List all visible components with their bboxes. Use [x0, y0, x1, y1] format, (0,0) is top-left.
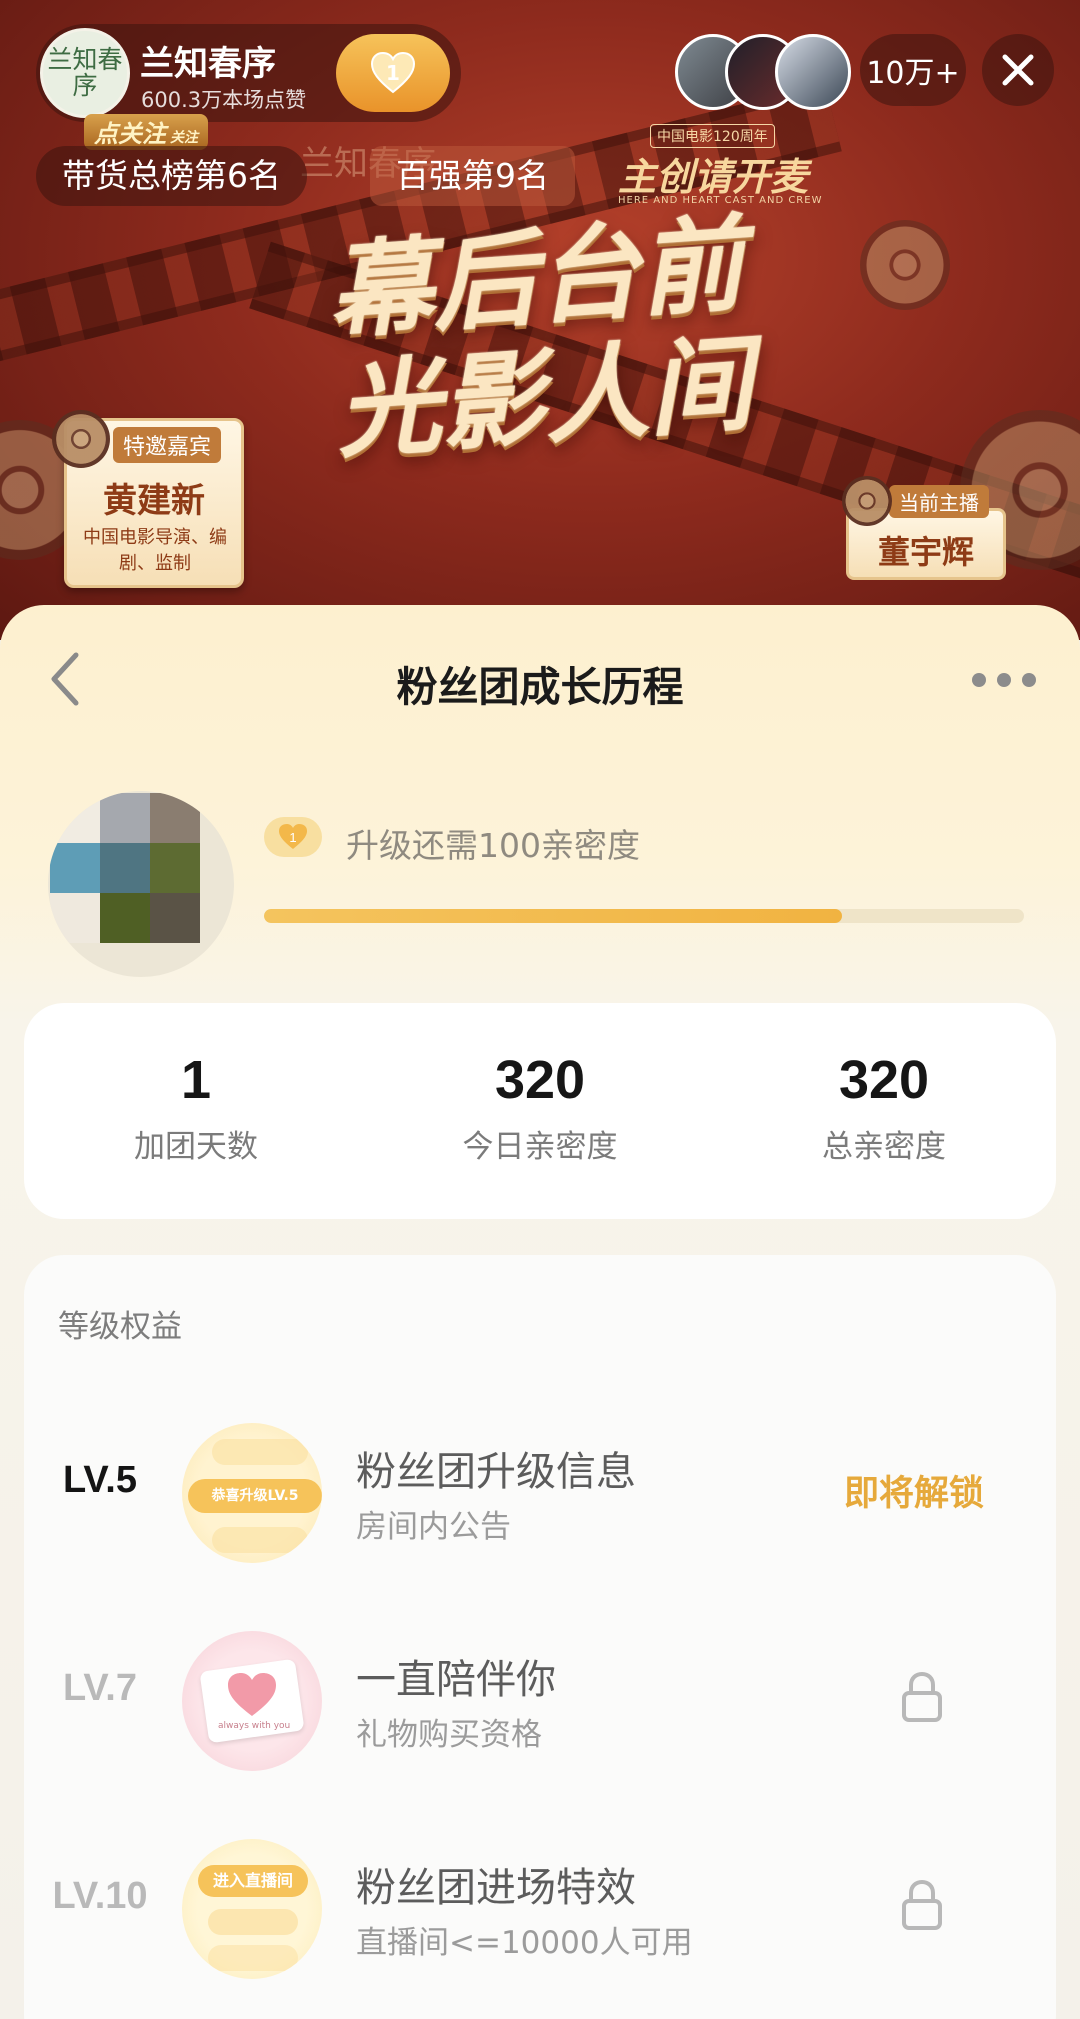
- intimacy-progress-bar: [264, 909, 1024, 923]
- follow-label: 点关注: [94, 120, 166, 148]
- thumb-caption: 进入直播间: [198, 1865, 308, 1897]
- level-benefits-card: 等级权益 LV.5 恭喜升级LV.5 粉丝团升级信息 房间内公告 即将解锁 LV…: [24, 1255, 1056, 2019]
- upgrade-hint: 升级还需100亲密度: [346, 826, 640, 865]
- fan-club-sheet: 粉丝团成长历程 1 升级还需100亲密度 1 加团天数 320 今日亲密度 32…: [0, 605, 1080, 2019]
- follow-button[interactable]: 点关注 关注: [84, 114, 208, 150]
- user-avatar[interactable]: [48, 791, 234, 977]
- benefit-thumbnail: 恭喜升级LV.5: [182, 1423, 322, 1563]
- benefit-row-lv5[interactable]: LV.5 恭喜升级LV.5 粉丝团升级信息 房间内公告 即将解锁: [24, 1405, 1056, 1563]
- section-label: 等级权益: [58, 1309, 182, 1345]
- level-label: LV.7: [63, 1667, 137, 1709]
- lock-icon: [902, 1671, 942, 1722]
- fan-level-badge: 1: [264, 817, 322, 857]
- follow-sub-label: 关注: [170, 130, 198, 146]
- host-name: 董宇辉: [877, 533, 974, 571]
- benefit-title: 粉丝团进场特效: [356, 1865, 636, 1911]
- stat-days-joined: 1 加团天数: [24, 1049, 368, 1166]
- more-icon: [1022, 673, 1036, 687]
- viewer-avatar[interactable]: [775, 34, 851, 110]
- host-tag: 当前主播: [889, 485, 989, 518]
- level-label: LV.10: [52, 1875, 148, 1917]
- lock-icon: [902, 1879, 942, 1930]
- stats-card: 1 加团天数 320 今日亲密度 320 总亲密度: [24, 1003, 1056, 1219]
- benefit-subtitle: 礼物购买资格: [356, 1717, 542, 1753]
- stat-label: 今日亲密度: [462, 1129, 618, 1165]
- more-icon: [972, 673, 986, 687]
- film-reel-icon: [860, 220, 950, 310]
- stat-value: 320: [838, 1050, 930, 1110]
- top100-rank-badge[interactable]: 百强第9名: [370, 146, 575, 206]
- close-icon: [1002, 54, 1034, 86]
- heart-icon: [228, 1673, 276, 1716]
- thumb-caption: always with you: [218, 1721, 291, 1731]
- likes-count: 600.3万本场点赞: [141, 88, 307, 112]
- avatar-mosaic: [50, 793, 200, 943]
- live-stream-background: 兰知春序 兰知春序 600.3万本场点赞 1 点关注 关注 10万+ 兰知春序 带…: [0, 0, 1080, 640]
- sales-rank-badge[interactable]: 带货总榜第6名: [36, 146, 307, 206]
- film-reel-icon: [52, 410, 110, 468]
- guest-tag: 特邀嘉宾: [113, 427, 222, 463]
- benefit-row-lv10[interactable]: LV.10 进入直播间 粉丝团进场特效 直播间<=10000人可用: [24, 1821, 1056, 1979]
- benefit-subtitle: 直播间<=10000人可用: [356, 1925, 693, 1961]
- stat-label: 加团天数: [134, 1129, 258, 1165]
- benefit-row-lv7[interactable]: LV.7 always with you 一直陪伴你 礼物购买资格: [24, 1613, 1056, 1771]
- fan-level-number: 1: [386, 61, 400, 85]
- viewer-count[interactable]: 10万+: [860, 34, 966, 106]
- stat-total-intimacy: 320 总亲密度: [712, 1049, 1056, 1166]
- benefit-subtitle: 房间内公告: [356, 1509, 511, 1545]
- page-title: 粉丝团成长历程: [396, 663, 684, 711]
- film-reel-icon: [842, 476, 892, 526]
- close-button[interactable]: [982, 34, 1054, 106]
- intimacy-progress-fill: [264, 909, 842, 923]
- thumb-caption: 恭喜升级LV.5: [188, 1479, 322, 1513]
- heart-icon: 1: [370, 51, 416, 94]
- guest-name: 黄建新: [103, 481, 205, 521]
- stat-value: 320: [494, 1050, 586, 1110]
- anchor-info-pill[interactable]: 兰知春序 兰知春序 600.3万本场点赞 1: [36, 24, 461, 122]
- benefit-title: 粉丝团升级信息: [356, 1449, 636, 1495]
- unlock-soon-label: 即将解锁: [844, 1474, 985, 1514]
- heart-icon: 1: [279, 824, 307, 849]
- more-icon: [997, 673, 1011, 687]
- benefit-title: 一直陪伴你: [356, 1657, 556, 1703]
- level-label: LV.5: [63, 1459, 137, 1501]
- event-logo: 主创请开麦: [618, 155, 809, 199]
- event-sub-badge: 中国电影120周年: [650, 124, 775, 148]
- stat-value: 1: [180, 1050, 212, 1110]
- fan-club-badge-button[interactable]: 1: [336, 34, 450, 112]
- benefit-thumbnail: 进入直播间: [182, 1839, 322, 1979]
- fan-level-number: 1: [289, 830, 296, 845]
- anchor-logo-text: 兰知春序: [47, 45, 123, 100]
- anchor-avatar[interactable]: 兰知春序: [40, 28, 130, 118]
- slogan-banner: 幕后台前 光影人间: [252, 199, 827, 477]
- benefit-thumbnail: always with you: [182, 1631, 322, 1771]
- viewer-avatars[interactable]: [675, 30, 851, 110]
- stat-today-intimacy: 320 今日亲密度: [368, 1049, 712, 1166]
- stat-label: 总亲密度: [822, 1129, 946, 1165]
- guest-description: 中国电影导演、编剧、监制: [83, 527, 227, 574]
- anchor-name: 兰知春序: [140, 44, 276, 84]
- more-button[interactable]: [972, 671, 1036, 689]
